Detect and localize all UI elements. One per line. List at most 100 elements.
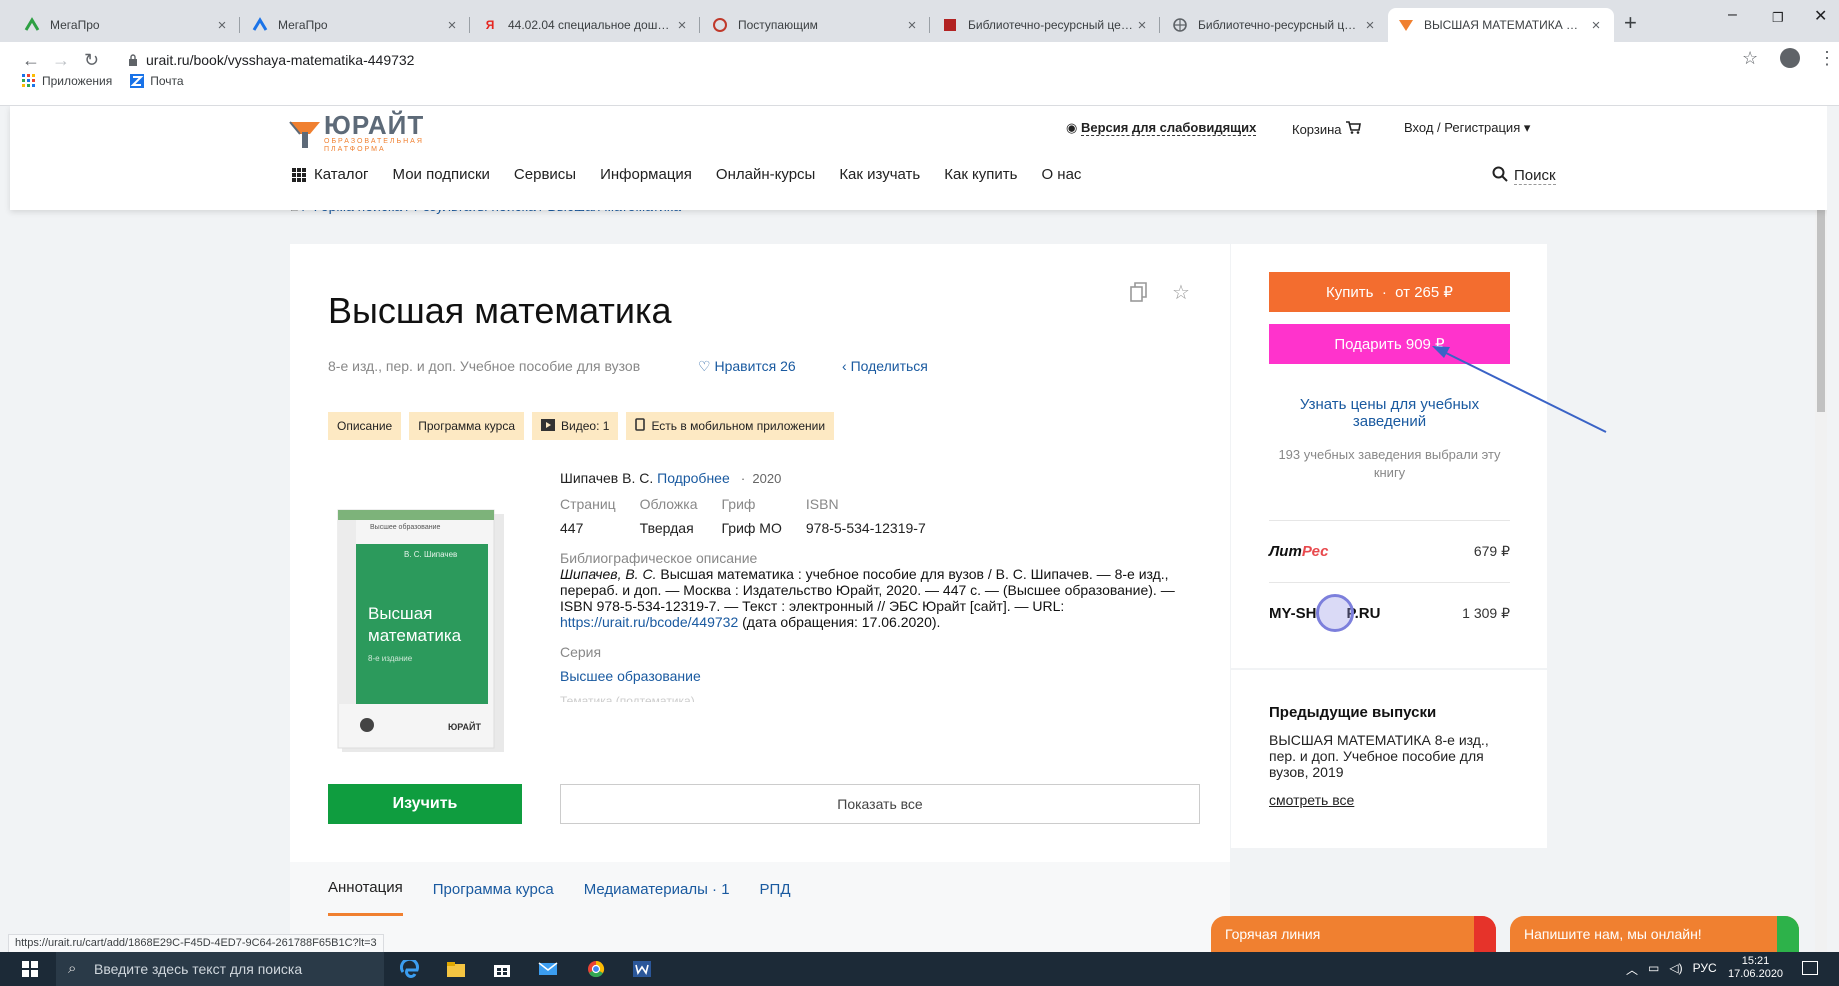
lock-icon[interactable] bbox=[128, 54, 138, 69]
site-search[interactable]: Поиск bbox=[1492, 166, 1556, 186]
institution-prices-link[interactable]: Узнать цены для учебных заведений bbox=[1269, 396, 1510, 430]
word-icon[interactable] bbox=[632, 960, 652, 978]
tab-course-program[interactable]: Программа курса bbox=[433, 862, 554, 916]
browser-tab[interactable]: Я 44.02.04 специальное дошкольное × bbox=[472, 8, 700, 42]
browser-tab[interactable]: МегаПро × bbox=[242, 8, 470, 42]
main-navigation: Каталог Мои подписки Сервисы Информация … bbox=[292, 166, 1081, 183]
tab-media[interactable]: Медиаматериалы · 1 bbox=[584, 862, 730, 916]
close-icon[interactable]: × bbox=[214, 17, 230, 34]
back-icon[interactable]: ← bbox=[22, 50, 40, 71]
windows-start-icon[interactable] bbox=[22, 961, 38, 977]
urait-logo[interactable]: ЮРАЙТ ОБРАЗОВАТЕЛЬНАЯ ПЛАТФОРМА bbox=[288, 112, 424, 154]
close-icon[interactable]: × bbox=[1588, 17, 1604, 34]
bookmark-mail[interactable]: Почта bbox=[130, 74, 184, 88]
nav-how-to-study[interactable]: Как изучать bbox=[839, 166, 920, 183]
profile-avatar-icon[interactable] bbox=[1780, 48, 1800, 68]
author-more-link[interactable]: Подробнее bbox=[657, 470, 730, 486]
browser-tab[interactable]: МегаПро × bbox=[14, 8, 240, 42]
menu-kebab-icon[interactable]: ⋮ bbox=[1818, 48, 1836, 69]
tag-course-program[interactable]: Программа курса bbox=[409, 412, 525, 440]
tab-rpd[interactable]: РПД bbox=[760, 862, 791, 916]
urait-logo-mark-icon bbox=[289, 121, 320, 148]
notification-icon[interactable] bbox=[1802, 961, 1818, 975]
page-title: Высшая математика bbox=[328, 290, 672, 331]
bibliography-url-link[interactable]: https://urait.ru/bcode/449732 bbox=[560, 614, 738, 630]
taskbar-clock[interactable]: 15:21 17.06.2020 bbox=[1728, 955, 1783, 981]
shop-row-myshop[interactable]: MY-SH P.RU 1 309 ₽ bbox=[1269, 582, 1510, 644]
close-icon[interactable]: × bbox=[674, 17, 690, 34]
page-scrollbar[interactable] bbox=[1815, 106, 1827, 952]
author-name: Шипачев В. С. bbox=[560, 470, 654, 486]
browser-tab-active[interactable]: ВЫСШАЯ МАТЕМАТИКА Шипач × bbox=[1388, 8, 1614, 42]
series-seal-icon bbox=[360, 718, 374, 732]
grid-icon bbox=[292, 167, 306, 182]
chrome-icon[interactable] bbox=[586, 960, 606, 978]
nav-how-to-buy[interactable]: Как купить bbox=[944, 166, 1017, 183]
megapro-icon bbox=[24, 17, 40, 33]
content-tabs: Аннотация Программа курса Медиаматериалы… bbox=[290, 862, 1230, 952]
previous-editions-panel: Предыдущие выпуски ВЫСШАЯ МАТЕМАТИКА 8-е… bbox=[1231, 670, 1547, 848]
gift-button[interactable]: Подарить 909 ₽ bbox=[1269, 324, 1510, 364]
book-subtitle: 8-е изд., пер. и доп. Учебное пособие дл… bbox=[328, 358, 641, 374]
edge-icon[interactable] bbox=[400, 960, 420, 978]
new-tab-button[interactable]: + bbox=[1624, 10, 1637, 36]
series-link[interactable]: Высшее образование bbox=[560, 668, 1200, 684]
file-explorer-icon[interactable] bbox=[446, 960, 466, 978]
tag-video[interactable]: Видео: 1 bbox=[532, 412, 619, 440]
tag-description[interactable]: Описание bbox=[328, 412, 402, 440]
book-card: Высшая математика ☆ 8-е изд., пер. и доп… bbox=[290, 244, 1230, 952]
online-chat-button[interactable]: Напишите нам, мы онлайн! bbox=[1510, 916, 1799, 952]
browser-tab[interactable]: Поступающим × bbox=[702, 8, 930, 42]
favorite-star-icon[interactable]: ☆ bbox=[1172, 280, 1190, 305]
search-icon bbox=[1492, 166, 1508, 186]
reload-icon[interactable]: ↻ bbox=[84, 50, 99, 71]
hotline-chat-button[interactable]: Горячая линия bbox=[1211, 916, 1496, 952]
book-cover-image[interactable]: Высшее образование В. С. Шипачев Высшая … bbox=[328, 506, 508, 754]
close-icon[interactable]: × bbox=[904, 17, 920, 34]
show-all-button[interactable]: Показать все bbox=[560, 784, 1200, 824]
browser-tab[interactable]: Библиотечно-ресурсный центр × bbox=[932, 8, 1160, 42]
tag-mobile-app[interactable]: Есть в мобильном приложении bbox=[626, 412, 835, 440]
browser-tab[interactable]: Библиотечно-ресурсный центр × bbox=[1162, 8, 1388, 42]
window-close-icon[interactable]: ✕ bbox=[1814, 6, 1827, 26]
search-icon: ⌕ bbox=[68, 960, 77, 977]
accessibility-link[interactable]: ◉ Версия для слабовидящих bbox=[1066, 120, 1257, 136]
library-icon bbox=[942, 17, 958, 33]
address-bar[interactable]: urait.ru/book/vysshaya-matematika-449732 bbox=[146, 52, 414, 68]
bookmark-apps[interactable]: Приложения bbox=[22, 74, 112, 88]
buy-button[interactable]: Купить · от 265 ₽ bbox=[1269, 272, 1510, 312]
like-button[interactable]: ♡ Нравится 26 bbox=[698, 358, 796, 375]
nav-information[interactable]: Информация bbox=[600, 166, 692, 183]
nav-catalog[interactable]: Каталог bbox=[292, 166, 369, 183]
minimize-icon[interactable]: – bbox=[1728, 6, 1737, 24]
bookmark-star-icon[interactable]: ☆ bbox=[1742, 48, 1758, 69]
previous-edition-item[interactable]: ВЫСШАЯ МАТЕМАТИКА 8-е изд., пер. и доп. … bbox=[1269, 732, 1519, 780]
cart-link[interactable]: Корзина bbox=[1292, 120, 1362, 137]
copy-icon[interactable] bbox=[1130, 282, 1148, 308]
nav-about[interactable]: О нас bbox=[1041, 166, 1081, 183]
cart-icon bbox=[1345, 121, 1362, 137]
nav-subscriptions[interactable]: Мои подписки bbox=[393, 166, 490, 183]
taskbar-search-input[interactable]: ⌕ Введите здесь текст для поиска bbox=[56, 952, 384, 986]
mail-icon[interactable] bbox=[538, 960, 558, 978]
login-link[interactable]: Вход / Регистрация ▾ bbox=[1404, 120, 1530, 136]
forward-icon[interactable]: → bbox=[52, 50, 70, 71]
book-details: Страниц 447 Обложка Твердая Гриф Гриф МО IS… bbox=[560, 496, 926, 536]
close-icon[interactable]: × bbox=[1362, 17, 1378, 34]
tab-annotation[interactable]: Аннотация bbox=[328, 862, 403, 916]
nav-services[interactable]: Сервисы bbox=[514, 166, 576, 183]
close-icon[interactable]: × bbox=[444, 17, 460, 34]
tray-chevron-icon: ︿ bbox=[1626, 963, 1639, 977]
study-button[interactable]: Изучить bbox=[328, 784, 522, 824]
see-all-editions-link[interactable]: смотреть все bbox=[1269, 792, 1354, 808]
urait-icon bbox=[1398, 17, 1414, 33]
caret-down-icon: ▾ bbox=[1523, 120, 1531, 135]
close-icon[interactable]: × bbox=[1134, 17, 1150, 34]
system-tray[interactable]: ︿ ▭ ◁) РУС bbox=[1626, 961, 1717, 978]
store-icon[interactable] bbox=[492, 960, 512, 978]
restore-icon[interactable]: ❐ bbox=[1772, 10, 1784, 26]
share-button[interactable]: ‹ Поделиться bbox=[842, 358, 928, 374]
shop-row-litres[interactable]: ЛитРес 679 ₽ bbox=[1269, 520, 1510, 582]
mail-z-icon bbox=[130, 74, 145, 88]
nav-online-courses[interactable]: Онлайн-курсы bbox=[716, 166, 815, 183]
